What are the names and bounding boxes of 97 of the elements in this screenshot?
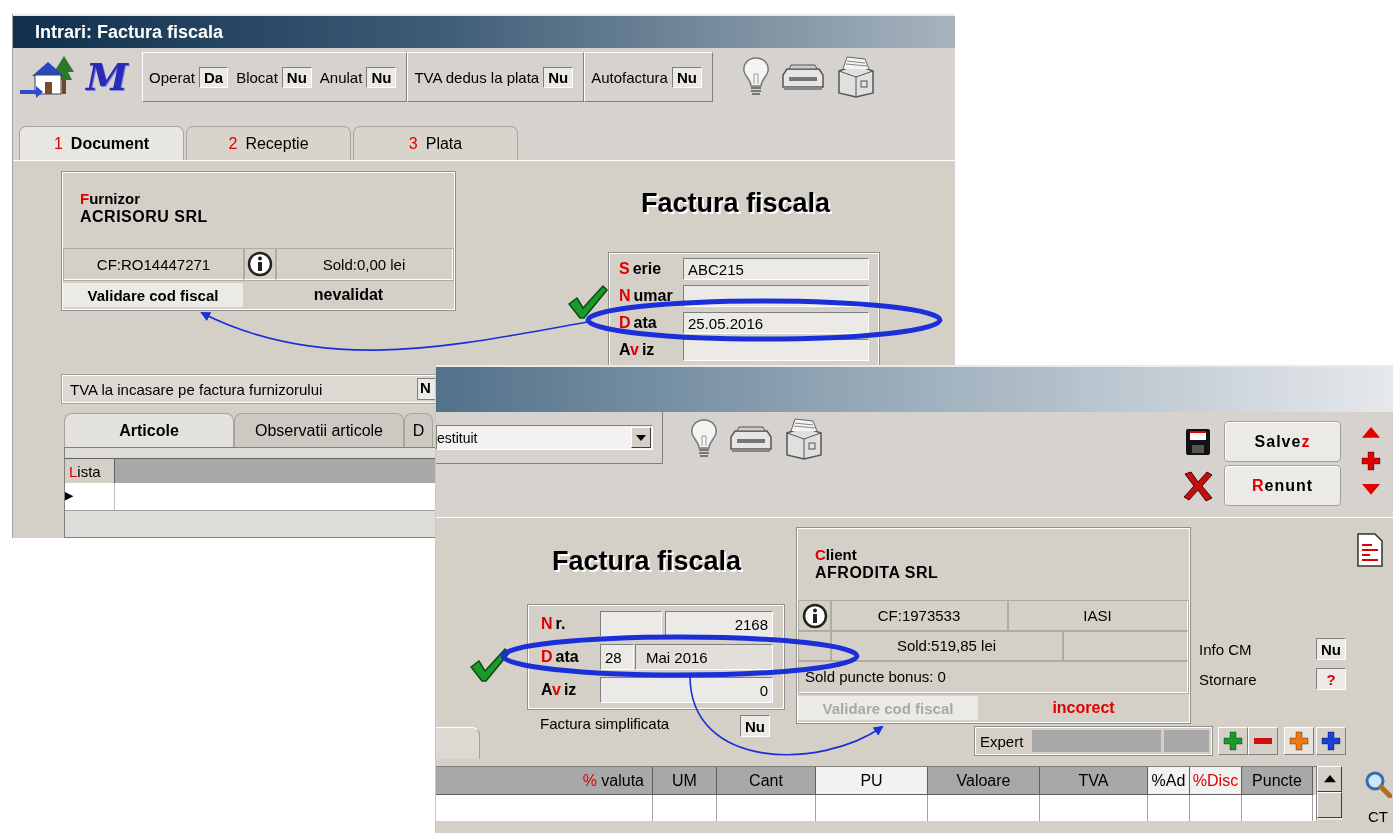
cancel-button[interactable]: Renunt <box>1224 465 1341 506</box>
close-icon[interactable] <box>1182 469 1214 502</box>
dropdown[interactable]: estituit <box>436 425 653 450</box>
status-value[interactable]: Nu <box>543 66 574 88</box>
info-value[interactable]: ? <box>1316 668 1346 690</box>
column-header: Lista <box>65 459 115 483</box>
info-label: Info CM <box>1199 640 1252 658</box>
field-label: Av iz <box>619 341 656 359</box>
info-value[interactable]: Nu <box>1316 638 1346 660</box>
party-name: ACRISORU SRL <box>80 208 209 226</box>
field-label: N umar <box>619 287 674 305</box>
day-field[interactable]: 28 <box>600 644 634 670</box>
field-label: D ata <box>541 648 580 666</box>
column-header[interactable]: UM <box>653 767 717 795</box>
input-field[interactable] <box>1032 730 1161 752</box>
tax-id-cell: CF:RO14447271 <box>64 249 244 280</box>
tab[interactable]: Articole <box>64 413 234 447</box>
party-label: Furnizor <box>80 190 141 207</box>
add-button[interactable] <box>1316 727 1346 755</box>
status-value[interactable]: Nu <box>281 66 312 88</box>
party-name: AFRODITA SRL <box>815 564 940 582</box>
input-field[interactable]: 2168 <box>665 611 773 637</box>
status-label: Anulat <box>319 68 363 86</box>
column-header[interactable]: %Ad <box>1148 767 1190 795</box>
info-icon[interactable] <box>801 602 828 629</box>
house-icon[interactable] <box>18 54 76 100</box>
balance-cell: Sold:519,85 lei <box>831 631 1063 661</box>
plus-icon <box>1361 451 1381 471</box>
status-label: Autofactura <box>591 68 668 86</box>
window-title: Intrari: Factura fiscala <box>35 21 224 43</box>
validation-status: nevalidat <box>312 286 385 304</box>
column-header[interactable]: Puncte <box>1242 767 1313 795</box>
validate-button[interactable]: Validare cod fiscal <box>63 283 243 307</box>
expert-label: Expert <box>980 732 1024 750</box>
up-arrow-icon[interactable] <box>1323 775 1336 783</box>
logo[interactable]: M <box>86 58 129 96</box>
tab[interactable]: 3 Plata <box>353 126 518 160</box>
minus-icon <box>1253 737 1273 745</box>
printer-icon[interactable] <box>729 423 773 455</box>
tab[interactable]: 2 Receptie <box>186 126 351 160</box>
status-value[interactable]: Nu <box>366 66 397 88</box>
document-icon[interactable] <box>1356 533 1384 567</box>
column-header[interactable]: % valuta <box>436 767 653 795</box>
status-value[interactable]: Nu <box>671 66 702 88</box>
input-field[interactable]: ABC215 <box>683 258 869 280</box>
column-header[interactable]: TVA <box>1040 767 1148 795</box>
input-field[interactable]: 25.05.2016 <box>683 312 869 334</box>
checkmark-icon <box>469 647 511 683</box>
field-label: N r. <box>541 615 567 633</box>
scrollbar[interactable] <box>1316 766 1342 820</box>
document-heading: Factura fiscala <box>552 546 743 577</box>
bonus-cell: Sold puncte bonus: 0 <box>799 661 1188 693</box>
save-button[interactable]: Salvez <box>1224 421 1341 462</box>
input-field[interactable]: 0 <box>600 677 773 703</box>
plus-icon <box>1289 731 1309 751</box>
column-header[interactable]: Cant <box>717 767 816 795</box>
vat-option-label: TVA la incasare pe factura furnizorului <box>69 380 323 398</box>
light-bulb-icon[interactable] <box>689 418 719 460</box>
search-icon[interactable] <box>1364 770 1392 798</box>
plus-icon <box>1321 731 1341 751</box>
side-label: CT <box>1368 808 1388 825</box>
validation-status: incorect <box>1051 699 1116 717</box>
city-cell: IASI <box>1008 601 1188 631</box>
party-label: Client <box>815 546 858 563</box>
caret-icon[interactable] <box>636 434 646 441</box>
tab[interactable]: 1 Document <box>19 126 184 160</box>
column-header[interactable]: Valoare <box>928 767 1040 795</box>
printer-icon[interactable] <box>780 61 825 93</box>
tab[interactable]: D <box>404 413 433 447</box>
field-label: D ata <box>619 314 658 332</box>
field-label: S erie <box>619 260 663 278</box>
down-arrow-icon[interactable] <box>1362 483 1380 495</box>
remove-button[interactable] <box>1248 727 1278 755</box>
balance-cell: Sold:0,00 lei <box>276 249 453 280</box>
tab[interactable]: Observatii articole <box>234 413 404 447</box>
status-value[interactable]: Da <box>198 66 229 88</box>
simplified-value[interactable]: Nu <box>740 715 770 737</box>
tax-id-cell: CF:1973533 <box>831 601 1008 631</box>
info-icon[interactable] <box>246 251 273 277</box>
box-icon[interactable] <box>783 417 825 461</box>
checkmark-icon <box>567 284 609 320</box>
input-field[interactable] <box>600 611 662 637</box>
simplified-label: Factura simplificata <box>540 715 671 732</box>
document-heading: Factura fiscala <box>641 188 832 219</box>
status-label: Blocat <box>236 68 278 86</box>
input-field[interactable] <box>683 339 869 361</box>
input-field[interactable] <box>1163 730 1209 752</box>
month-field[interactable]: Mai 2016 <box>635 644 773 670</box>
add-button[interactable] <box>1218 727 1248 755</box>
status-label: TVA dedus la plata <box>414 68 540 86</box>
field-label: Av iz <box>541 681 578 699</box>
light-bulb-icon[interactable] <box>740 56 771 98</box>
column-header[interactable]: %Disc <box>1190 767 1242 795</box>
plus-icon <box>1223 731 1243 751</box>
column-header[interactable]: PU <box>816 767 928 795</box>
status-label: Operat <box>149 68 195 86</box>
info-label: Stornare <box>1199 670 1257 688</box>
